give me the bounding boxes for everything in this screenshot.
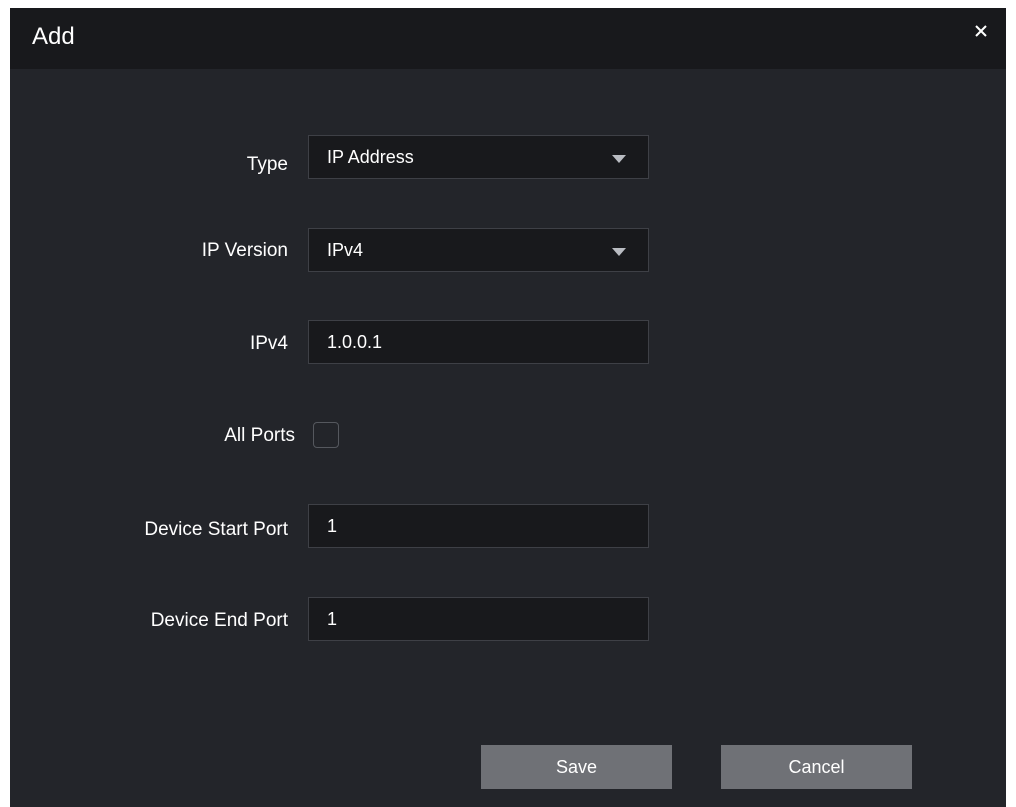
type-select-value: IP Address <box>327 147 414 167</box>
all-ports-checkbox[interactable] <box>313 422 339 448</box>
all-ports-label: All Ports <box>224 425 295 446</box>
dialog-title: Add <box>32 23 75 50</box>
ipv4-label: IPv4 <box>249 333 288 354</box>
device-start-port-input-value: 1 <box>327 516 338 536</box>
type-label: Type <box>246 154 288 175</box>
close-icon[interactable] <box>968 18 994 44</box>
cancel-button[interactable]: Cancel <box>721 745 912 789</box>
device-end-port-input-value: 1 <box>327 609 338 629</box>
type-select[interactable]: IP Address <box>308 135 649 179</box>
save-button[interactable]: Save <box>481 745 672 789</box>
ipv4-input[interactable]: 1.0.0.1 <box>308 320 649 364</box>
ip-version-label: IP Version <box>201 240 288 261</box>
add-dialog: Add Type IP Address IP Version IPv4 IPv4… <box>10 8 1006 807</box>
chevron-down-icon <box>612 155 626 163</box>
device-start-port-input[interactable]: 1 <box>308 504 649 548</box>
device-end-port-label: Device End Port <box>150 610 288 631</box>
device-end-port-input[interactable]: 1 <box>308 597 649 641</box>
ipv4-input-value: 1.0.0.1 <box>327 332 383 352</box>
ip-version-select-value: IPv4 <box>327 240 364 260</box>
dialog-title-bar: Add <box>10 8 1006 69</box>
chevron-down-icon <box>612 248 626 256</box>
ip-version-select[interactable]: IPv4 <box>308 228 649 272</box>
device-start-port-label: Device Start Port <box>144 519 288 540</box>
